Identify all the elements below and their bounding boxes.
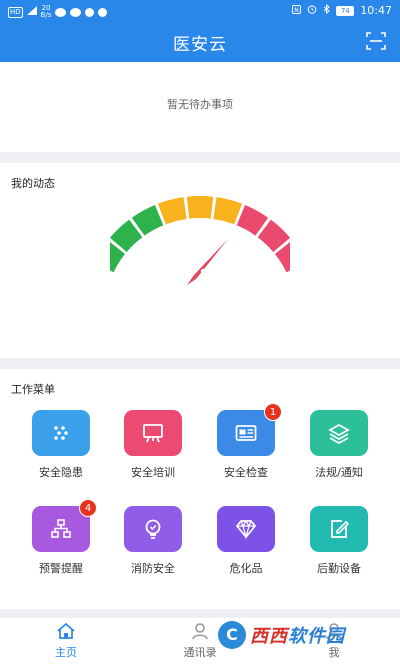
menu-item-hazard[interactable]: 安全隐患 <box>19 410 103 480</box>
notification-badge: 4 <box>79 499 97 517</box>
dynamics-title: 我的动态 <box>11 177 55 190</box>
menu-label: 安全隐患 <box>39 466 83 479</box>
menu-label: 安全培训 <box>131 466 175 479</box>
menu-label: 危化品 <box>229 562 263 575</box>
menu-icon-box <box>310 506 368 552</box>
page-title: 医安云 <box>173 35 227 55</box>
menu-label: 消防安全 <box>131 562 175 575</box>
gauge-needle-hub <box>200 268 206 274</box>
watermark-text: 西西软件园 <box>250 622 345 648</box>
org-chart-icon <box>51 519 71 538</box>
site-watermark: C 西西软件园 <box>218 620 378 650</box>
notification-badge: 1 <box>264 403 282 421</box>
scan-button[interactable] <box>366 32 386 50</box>
watermark-text-red: 西西 <box>250 626 288 647</box>
bulb-icon <box>145 519 161 539</box>
menu-icon-box: 1 <box>217 403 282 456</box>
dynamics-card: 我的动态 <box>0 163 400 358</box>
menu-icon-box <box>310 410 368 456</box>
contacts-icon <box>192 623 208 640</box>
app-header: HD 20 B/s N 74 10:47 医安云 <box>0 0 400 62</box>
menu-icon-box <box>124 410 182 456</box>
gauge-segment <box>213 197 243 225</box>
menu-label: 法规/通知 <box>315 466 363 479</box>
nfc-icon: N <box>292 4 302 17</box>
menu-label: 安全检查 <box>224 466 268 479</box>
svg-text:N: N <box>295 7 300 14</box>
menu-item-regulations[interactable]: 法规/通知 <box>297 410 381 480</box>
id-card-icon <box>235 425 257 441</box>
menu-item-training[interactable]: 安全培训 <box>111 410 195 480</box>
wechat-icon <box>70 7 82 17</box>
gauge-segment <box>157 197 187 225</box>
watermark-logo: C <box>218 621 246 649</box>
menu-icon-box <box>217 506 275 552</box>
edit-doc-icon <box>331 520 350 538</box>
menu-item-fire-safety[interactable]: 消防安全 <box>111 506 195 576</box>
menu-label: 预警提醒 <box>39 562 83 575</box>
dots-icon <box>54 426 68 440</box>
bluetooth-icon <box>323 3 331 17</box>
diamond-icon <box>235 519 257 540</box>
net-speed: 20 B/s <box>40 4 52 19</box>
signal-icon <box>26 6 37 18</box>
work-menu-title: 工作菜单 <box>11 383 55 396</box>
gauge-needle <box>187 239 228 285</box>
work-menu-card: 工作菜单 安全隐患 安全培训 1 安全检查 法规/通知 4 预警提醒 消防安全 … <box>0 369 400 609</box>
clock: 10:47 <box>360 4 392 17</box>
menu-icon-box: 4 <box>32 499 97 552</box>
menu-label: 后勤设备 <box>317 562 361 575</box>
nav-item-home[interactable]: 主页 <box>26 622 106 660</box>
watermark-text-blue: 软件园 <box>288 626 345 647</box>
menu-item-inspection[interactable]: 1 安全检查 <box>204 403 288 480</box>
layers-icon <box>328 424 350 444</box>
board-icon <box>143 424 163 443</box>
scan-icon <box>366 32 386 50</box>
chat-icon <box>55 7 67 17</box>
message-icon <box>98 7 108 17</box>
menu-item-logistics-equipment[interactable]: 后勤设备 <box>297 506 381 576</box>
todo-empty-text: 暂无待办事项 <box>167 98 233 111</box>
menu-item-hazardous-chemicals[interactable]: 危化品 <box>204 506 288 576</box>
menu-icon-box <box>32 410 90 456</box>
menu-item-warning[interactable]: 4 预警提醒 <box>19 499 103 576</box>
todo-card: 暂无待办事项 <box>0 62 400 152</box>
home-icon <box>57 622 75 639</box>
gauge-segment <box>186 196 214 219</box>
hd-indicator: HD <box>8 6 23 18</box>
app-notify-icon <box>85 7 95 17</box>
alarm-icon <box>307 4 317 17</box>
battery-icon: 74 <box>336 5 355 16</box>
menu-icon-box <box>124 506 182 552</box>
status-bar: HD 20 B/s N 74 10:47 <box>0 0 400 24</box>
nav-label: 主页 <box>55 646 77 659</box>
activity-gauge <box>110 196 290 285</box>
